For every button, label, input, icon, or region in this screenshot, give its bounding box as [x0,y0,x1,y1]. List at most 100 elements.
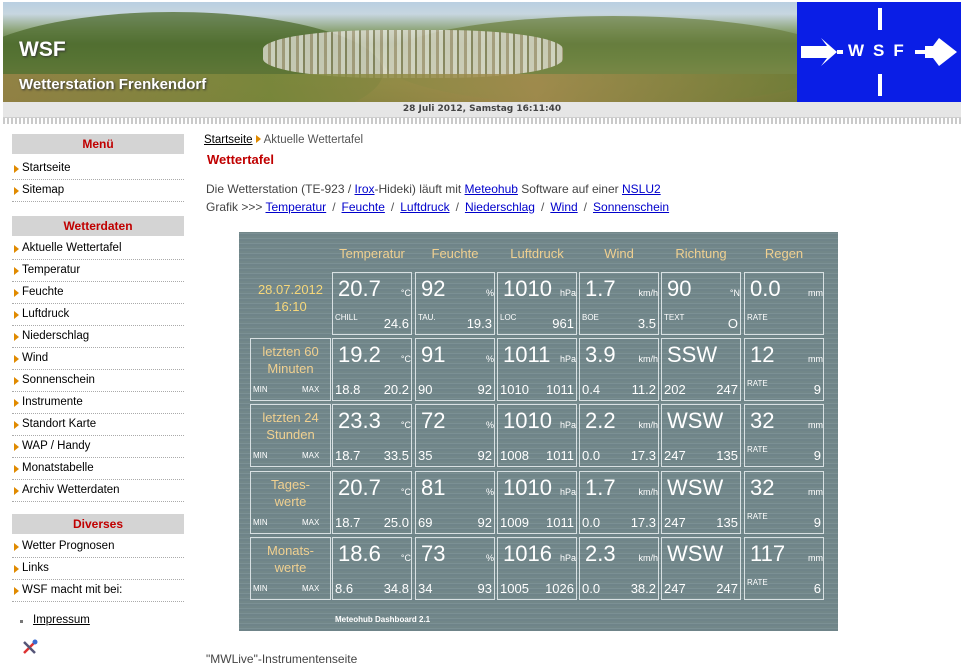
value-humidity: 81 [421,475,446,500]
sub-right-temperature: 24.6 [383,316,409,331]
unit-rain: mm [808,288,823,298]
arrow-icon [255,135,261,143]
sub-right-temperature: 33.5 [383,448,409,463]
unit-temperature: °C [400,487,411,497]
row-label: letzten 24 [262,410,319,425]
irox-link[interactable]: Irox [355,182,375,196]
sub-right-humidity: 92 [477,448,492,463]
arrow-icon [14,267,19,275]
sidebar-item-wsf-macht-mit[interactable]: WSF macht mit bei: [12,580,184,602]
sidebar-item-wetter-prognosen[interactable]: Wetter Prognosen [12,536,184,558]
page-title: Wettertafel [207,152,274,167]
value-wind: 2.3 [585,541,616,566]
sub-left-direction: 202 [664,382,686,397]
impressum-link[interactable]: Impressum [33,614,90,626]
sub-right-humidity: 92 [477,515,492,530]
value-humidity: 91 [421,342,446,367]
sidebar-item-sonnenschein[interactable]: Sonnenschein [12,370,184,392]
value-rain: 32 [750,408,775,433]
sidebar-item-wap-handy[interactable]: WAP / Handy [12,436,184,458]
sub-right-direction: 135 [716,448,738,463]
breadcrumb-home-link[interactable]: Startseite [204,134,253,146]
sub-left-direction: 247 [664,448,686,463]
unit-temperature: °C [400,354,411,364]
sub-left-humidity: TAU. [418,313,436,322]
sidebar-item-archiv-wetterdaten[interactable]: Archiv Wetterdaten [12,480,184,502]
divider [3,118,961,124]
nslu2-link[interactable]: NSLU2 [622,182,661,196]
column-header-direction: Richtung [675,246,727,261]
sidebar-item-niederschlag[interactable]: Niederschlag [12,326,184,348]
sub-right-rain: 9 [813,382,821,397]
row-label: Monats- [267,543,314,558]
tools-icon[interactable] [21,638,39,656]
value-temperature: 20.7 [338,276,381,301]
value-wind: 2.2 [585,408,616,433]
meteohub-link[interactable]: Meteohub [465,182,518,196]
unit-temperature: °C [400,288,411,298]
sidebar-item-standort-karte[interactable]: Standort Karte [12,414,184,436]
row-label: werte [274,494,307,509]
sub-right-pressure: 1011 [546,382,574,397]
max-label: MAX [302,385,320,394]
value-direction: WSW [667,408,724,433]
sub-right-direction: 247 [716,581,738,596]
min-label: MIN [253,584,268,593]
grafik-link-feuchte[interactable]: Feuchte [342,200,385,214]
sidebar-item-sitemap[interactable]: Sitemap [12,180,184,202]
sub-left-wind: 0.4 [582,382,601,397]
sub-right-wind: 11.2 [631,382,656,397]
value-pressure: 1010 [503,276,552,301]
grafik-link-wind[interactable]: Wind [550,200,577,214]
value-pressure: 1010 [503,408,552,433]
value-pressure: 1016 [503,541,552,566]
sidebar-item-aktuelle-wettertafel[interactable]: Aktuelle Wettertafel [12,238,184,260]
sub-left-wind: BOE [582,313,599,322]
sidebar-item-instrumente[interactable]: Instrumente [12,392,184,414]
sub-left-rain: RATE [747,379,768,388]
sub-left-rain: RATE [747,512,768,521]
sub-left-pressure: 1005 [500,581,529,596]
sub-right-pressure: 1026 [545,581,574,596]
bullet-icon [20,620,23,623]
sidebar-heading-menu: Menü [12,134,184,154]
sub-left-humidity: 34 [418,581,433,596]
sidebar-item-startseite[interactable]: Startseite [12,158,184,180]
sub-left-rain: RATE [747,445,768,454]
sidebar-item-feuchte[interactable]: Feuchte [12,282,184,304]
sub-left-pressure: 1010 [500,382,529,397]
sidebar-item-luftdruck[interactable]: Luftdruck [12,304,184,326]
arrow-icon [14,565,19,573]
sidebar-item-temperatur[interactable]: Temperatur [12,260,184,282]
grafik-link-niederschlag[interactable]: Niederschlag [465,200,535,214]
row-label: Stunden [266,427,315,442]
grafik-link-luftdruck[interactable]: Luftdruck [400,200,449,214]
wsf-logo[interactable]: WSF [797,2,961,102]
sidebar: Menü Startseite Sitemap Wetterdaten Aktu… [12,134,184,602]
unit-pressure: hPa [559,487,576,497]
column-header-temperature: Temperatur [339,246,405,261]
breadcrumb: Startseite Aktuelle Wettertafel [204,134,363,146]
value-wind: 3.9 [585,342,616,367]
sidebar-item-monatstabelle[interactable]: Monatstabelle [12,458,184,480]
column-header-wind: Wind [604,246,634,261]
unit-pressure: hPa [559,553,576,563]
sub-left-direction: 247 [664,515,686,530]
unit-temperature: °C [400,553,411,563]
unit-pressure: hPa [559,288,576,298]
sub-left-pressure: 1008 [500,448,529,463]
instrument-page-link[interactable]: "MWLive"-Instrumentenseite [206,652,357,666]
unit-wind: km/h [638,354,658,364]
grafik-link-sonnenschein[interactable]: Sonnenschein [593,200,669,214]
sub-left-pressure: 1009 [500,515,529,530]
sidebar-item-wind[interactable]: Wind [12,348,184,370]
row-label: Tages- [270,477,311,492]
arrow-icon [14,421,19,429]
sub-left-wind: 0.0 [582,581,601,596]
site-subtitle: Wetterstation Frenkendorf [19,76,207,93]
sub-right-pressure: 1011 [546,448,574,463]
value-temperature: 19.2 [338,342,381,367]
grafik-link-temperatur[interactable]: Temperatur [265,200,326,214]
sidebar-item-links[interactable]: Links [12,558,184,580]
sub-right-temperature: 34.8 [383,581,409,596]
